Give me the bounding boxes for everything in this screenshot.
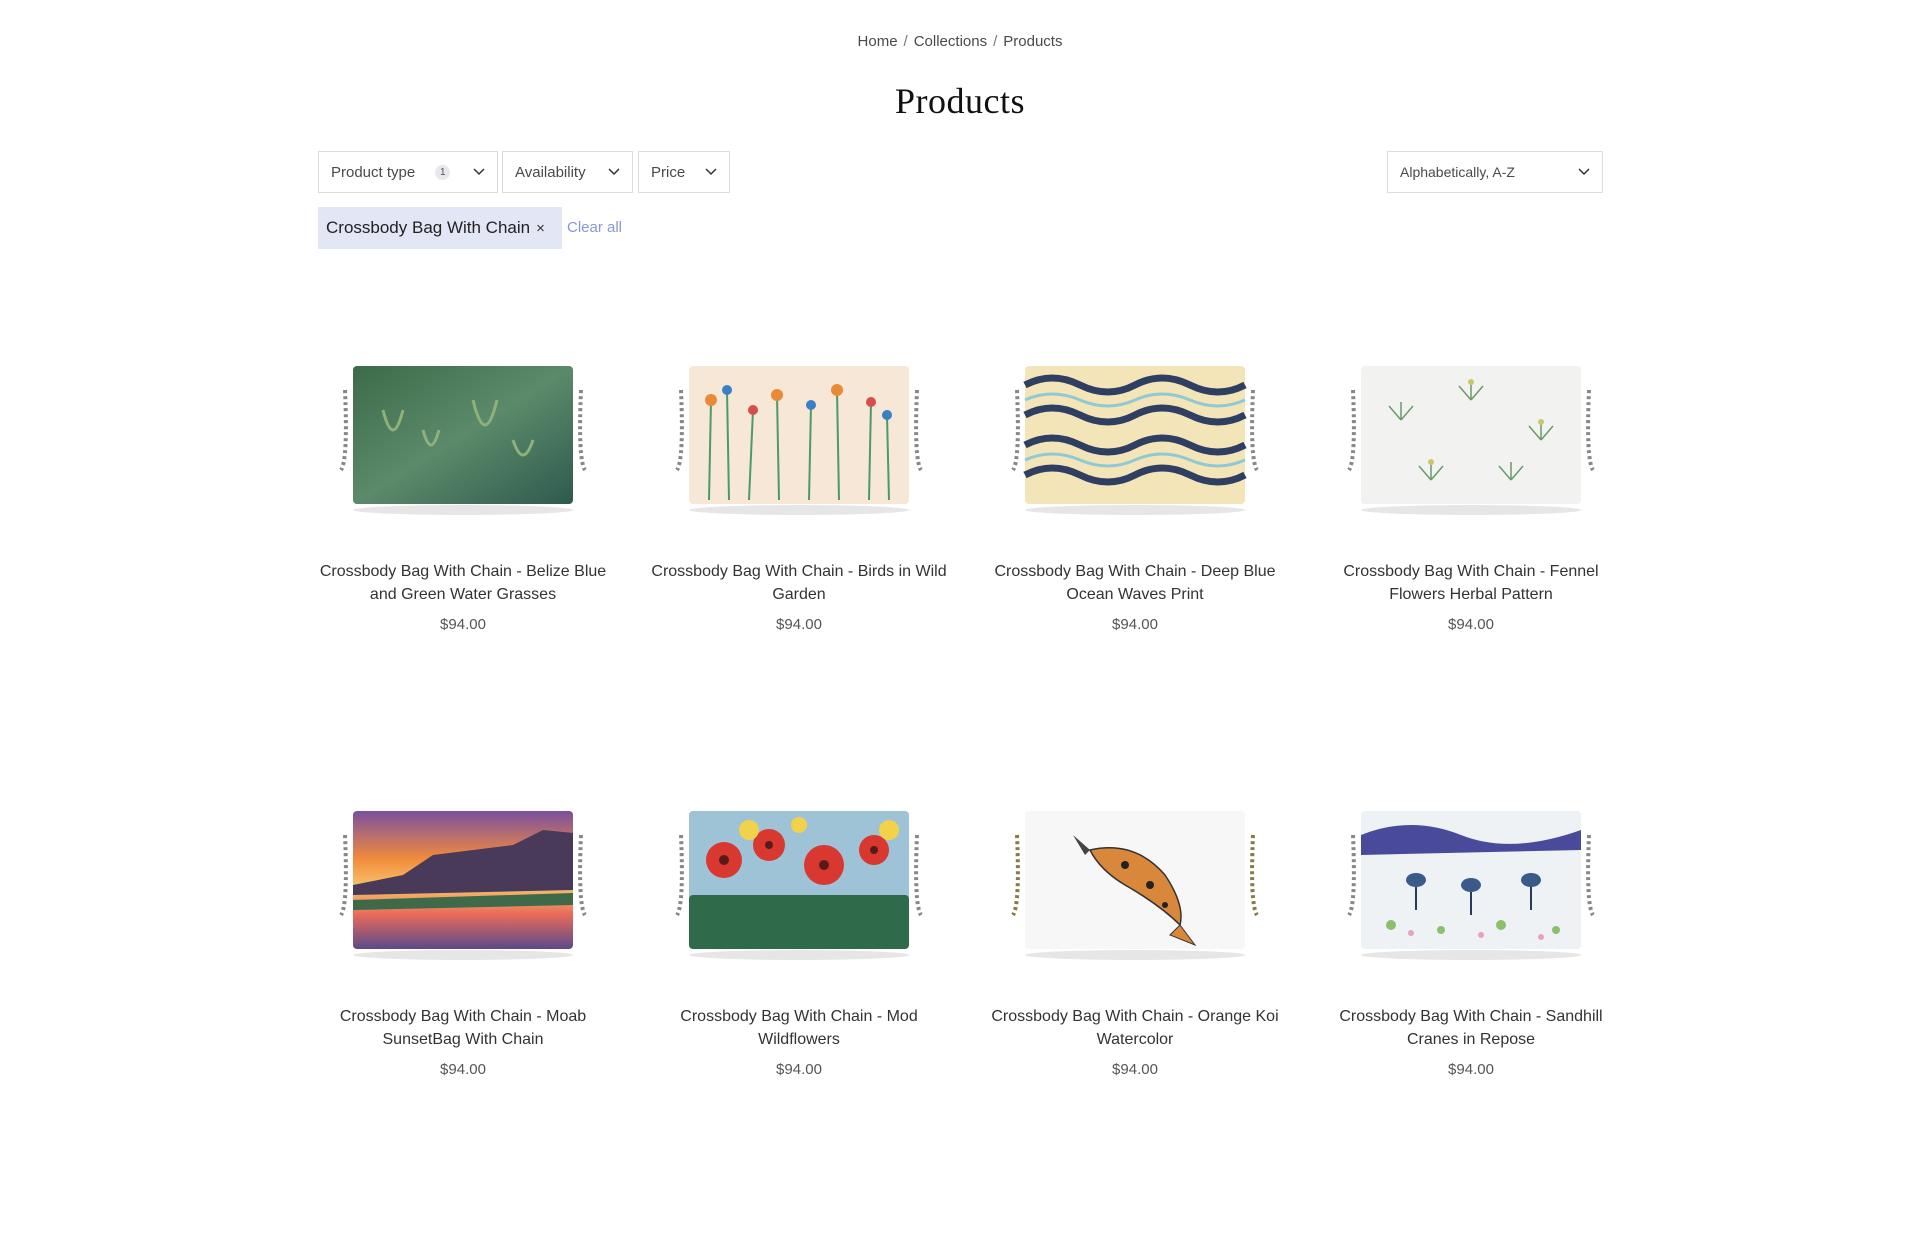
- product-name[interactable]: Crossbody Bag With Chain - Moab SunsetBa…: [313, 1005, 613, 1051]
- breadcrumb-current: Products: [1003, 33, 1063, 50]
- sort-select[interactable]: Alphabetically, A-Z: [1387, 151, 1603, 193]
- product-image-sandhill-cranes[interactable]: [1321, 775, 1621, 1005]
- clear-all-link[interactable]: Clear all: [567, 219, 622, 236]
- product-price: $94.00: [440, 1061, 486, 1078]
- product-card[interactable]: Crossbody Bag With Chain - Birds in Wild…: [649, 330, 949, 633]
- product-name[interactable]: Crossbody Bag With Chain - Mod Wildflowe…: [649, 1005, 949, 1051]
- availability-filter[interactable]: Availability: [502, 151, 633, 193]
- chevron-down-icon: [705, 168, 717, 176]
- product-image-birds-garden[interactable]: [649, 330, 949, 560]
- product-name[interactable]: Crossbody Bag With Chain - Birds in Wild…: [649, 560, 949, 606]
- product-price: $94.00: [1112, 1061, 1158, 1078]
- product-price: $94.00: [776, 616, 822, 633]
- product-type-label: Product type: [331, 163, 416, 181]
- product-image-belize-grasses[interactable]: [313, 330, 613, 560]
- availability-label: Availability: [515, 163, 586, 181]
- product-card[interactable]: Crossbody Bag With Chain - Orange Koi Wa…: [985, 775, 1285, 1078]
- chevron-down-icon: [1578, 168, 1590, 176]
- chevron-down-icon: [473, 168, 485, 176]
- product-card[interactable]: Crossbody Bag With Chain - Fennel Flower…: [1321, 330, 1621, 633]
- sort-selected-value: Alphabetically, A-Z: [1400, 164, 1515, 180]
- price-label: Price: [651, 163, 686, 181]
- product-type-filter[interactable]: Product type 1: [318, 151, 498, 193]
- product-card[interactable]: Crossbody Bag With Chain - Deep Blue Oce…: [985, 330, 1285, 633]
- product-image-koi-watercolor[interactable]: [985, 775, 1285, 1005]
- product-price: $94.00: [1448, 1061, 1494, 1078]
- active-filter-label: Crossbody Bag With Chain: [326, 218, 531, 237]
- product-name[interactable]: Crossbody Bag With Chain - Belize Blue a…: [313, 560, 613, 606]
- product-name[interactable]: Crossbody Bag With Chain - Orange Koi Wa…: [985, 1005, 1285, 1051]
- product-price: $94.00: [440, 616, 486, 633]
- product-type-count-badge: 1: [435, 164, 451, 180]
- product-image-moab-sunset[interactable]: [313, 775, 613, 1005]
- price-filter[interactable]: Price: [638, 151, 730, 193]
- breadcrumb-collections-link[interactable]: Collections: [914, 33, 987, 50]
- product-image-ocean-waves[interactable]: [985, 330, 1285, 560]
- product-price: $94.00: [1448, 616, 1494, 633]
- product-image-mod-wildflowers[interactable]: [649, 775, 949, 1005]
- product-price: $94.00: [1112, 616, 1158, 633]
- product-card[interactable]: Crossbody Bag With Chain - Belize Blue a…: [313, 330, 613, 633]
- breadcrumb-separator: /: [993, 33, 998, 50]
- product-image-fennel-flowers[interactable]: [1321, 330, 1621, 560]
- breadcrumb-home-link[interactable]: Home: [858, 33, 898, 50]
- product-price: $94.00: [776, 1061, 822, 1078]
- breadcrumb-separator: /: [903, 33, 908, 50]
- remove-filter-icon[interactable]: ×: [536, 220, 545, 237]
- product-card[interactable]: Crossbody Bag With Chain - Mod Wildflowe…: [649, 775, 949, 1078]
- breadcrumb: Home / Collections / Products: [0, 33, 1920, 50]
- product-name[interactable]: Crossbody Bag With Chain - Deep Blue Oce…: [985, 560, 1285, 606]
- chevron-down-icon: [608, 168, 620, 176]
- product-card[interactable]: Crossbody Bag With Chain - Moab SunsetBa…: [313, 775, 613, 1078]
- product-name[interactable]: Crossbody Bag With Chain - Fennel Flower…: [1321, 560, 1621, 606]
- product-card[interactable]: Crossbody Bag With Chain - Sandhill Cran…: [1321, 775, 1621, 1078]
- page-title: Products: [895, 81, 1025, 121]
- active-filter-chip: Crossbody Bag With Chain ×: [318, 207, 562, 249]
- product-name[interactable]: Crossbody Bag With Chain - Sandhill Cran…: [1321, 1005, 1621, 1051]
